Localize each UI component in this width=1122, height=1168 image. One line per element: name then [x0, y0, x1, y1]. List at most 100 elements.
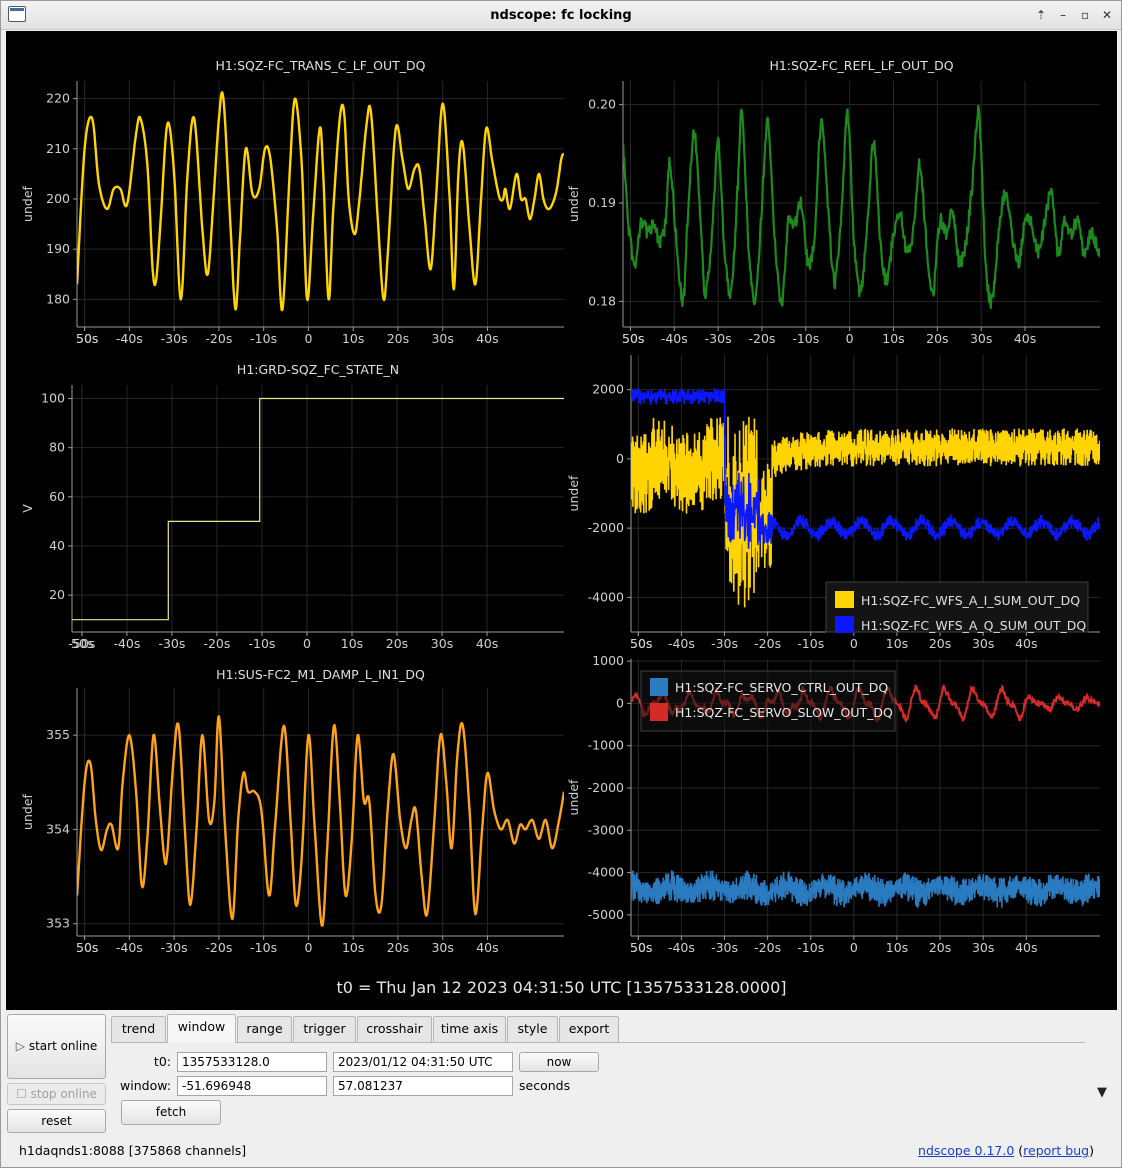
maximize-icon[interactable]: ▫	[1076, 6, 1094, 24]
y-tick-label: 0.19	[588, 195, 616, 210]
plot-panel-4[interactable]: 2000 0 -2000 -4000 50s -40s -30s -20s -10s 0 10s 20…	[566, 355, 1100, 651]
x-tick-label: -20s	[205, 940, 232, 955]
x-tick-label: -10s	[792, 331, 819, 346]
legend-swatch	[835, 616, 854, 633]
series-line-wfs-i	[631, 416, 1100, 608]
y-tick-label: 0.18	[588, 293, 616, 308]
plot-panel-1[interactable]: 220 210 200 190 180 50s -40s -30s -20s -10s 0 10s 20…	[20, 58, 564, 346]
tab-trend[interactable]: trend	[111, 1016, 166, 1042]
x-tick-label: -10s	[248, 636, 275, 651]
x-tick-label: 20s	[386, 636, 408, 651]
y-tick-label: 190	[46, 241, 70, 256]
plot-panel-5[interactable]: 355 354 353 50s -40s -30s -20s -10s 0 10s 20s 30s 40…	[20, 667, 564, 955]
t0-label: t0 = Thu Jan 12 2023 04:31:50 UTC [13575…	[336, 978, 787, 997]
paren-close: )	[1089, 1143, 1094, 1158]
legend: H1:SQZ-FC_WFS_A_I_SUM_OUT_DQ H1:SQZ-FC_WF…	[825, 581, 1089, 633]
y-tick-label: 354	[46, 821, 70, 836]
tab-style[interactable]: style	[507, 1016, 558, 1042]
version-info: ndscope 0.17.0 (report bug)	[918, 1143, 1094, 1158]
t0-utc-input[interactable]: 2023/01/12 04:31:50 UTC	[333, 1052, 513, 1072]
x-tick-label: 40s	[1015, 636, 1037, 651]
data-layer	[623, 104, 1100, 310]
app-window: ndscope: fc locking ⇡ – ▫ ✕ 220 210 200 190…	[0, 0, 1122, 1168]
x-tick-label: 40s	[1014, 331, 1036, 346]
y-tick-label: 210	[46, 141, 70, 156]
keep-above-icon[interactable]: ⇡	[1032, 6, 1050, 24]
x-tick-label: 40s	[1015, 940, 1037, 955]
x-tick-label: 0	[304, 940, 312, 955]
y-tick-label: 2000	[592, 382, 624, 397]
now-button[interactable]: now	[519, 1052, 599, 1072]
start-online-button[interactable]: ▷ start online	[7, 1014, 106, 1079]
x-tick-label: 50s	[622, 331, 644, 346]
data-layer	[631, 388, 1100, 608]
x-tick-label: 20s	[926, 331, 948, 346]
y-tick-label: 80	[49, 440, 65, 455]
tab-crosshair[interactable]: crosshair	[357, 1016, 432, 1042]
tab-trigger[interactable]: trigger	[293, 1016, 356, 1042]
y-tick-label: -2000	[588, 780, 624, 795]
y-tick-label: -4000	[588, 589, 624, 604]
x-tick-label: -40s	[668, 940, 695, 955]
seconds-label: seconds	[519, 1078, 571, 1093]
data-layer	[77, 91, 564, 312]
y-tick-label: 0	[616, 695, 624, 710]
tab-range[interactable]: range	[237, 1016, 292, 1042]
fetch-button[interactable]: fetch	[121, 1100, 221, 1125]
plot-panel-2[interactable]: 0.20 0.19 0.18 50s -40s -30s -20s -10s 0 10s 20s 30…	[566, 58, 1100, 346]
legend-label: H1:SQZ-FC_WFS_A_I_SUM_OUT_DQ	[861, 593, 1080, 608]
x-tick-label: 10s	[342, 331, 364, 346]
tab-pane-border	[111, 1042, 1085, 1043]
y-tick-label: -3000	[588, 822, 624, 837]
x-tick-label: -30s	[711, 636, 738, 651]
reset-button[interactable]: reset	[7, 1109, 106, 1133]
y-tick-label: 40	[49, 538, 65, 553]
minimize-icon[interactable]: –	[1054, 6, 1072, 24]
plot-panel-3[interactable]: 10080604020-50s -40s -30s -20s -10s 0 10s 20s 30…	[20, 362, 564, 651]
x-tick-label: 40s	[476, 636, 498, 651]
tab-time-axis[interactable]: time axis	[433, 1016, 506, 1042]
tab-window[interactable]: window	[167, 1014, 236, 1043]
stop-online-button[interactable]: ☐ stop online	[7, 1083, 106, 1105]
legend: H1:SQZ-FC_SERVO_CTRL_OUT_DQ H1:SQZ-FC_SER…	[640, 670, 896, 732]
plot-grid[interactable]: 22021020019018050s -40s -30s -20s -10s 0 10s 20…	[6, 31, 1117, 1010]
x-tick-label: 50s	[76, 940, 98, 955]
x-tick-label: 10s	[882, 331, 904, 346]
x-tick-label: 0	[850, 940, 858, 955]
y-tick-label: 180	[46, 291, 70, 306]
window-end-input[interactable]: 57.081237	[333, 1076, 513, 1096]
stop-online-label: stop online	[30, 1087, 97, 1101]
version-link[interactable]: ndscope 0.17.0	[918, 1143, 1014, 1158]
x-tick-label: -30s	[161, 331, 188, 346]
x-tick-label: 40s	[476, 331, 498, 346]
t0-gps-input[interactable]: 1357533128.0	[177, 1052, 327, 1072]
stop-checkbox-icon: ☐	[16, 1087, 31, 1101]
x-tick-label: -10s	[250, 331, 277, 346]
legend-swatch	[650, 678, 668, 696]
expand-panel-icon[interactable]: ▼	[1097, 1085, 1107, 1100]
tab-export[interactable]: export	[559, 1016, 619, 1042]
x-tick-label: 20s	[929, 940, 951, 955]
y-tick-label: 20	[49, 587, 65, 602]
x-tick-label: 10s	[341, 636, 363, 651]
legend-swatch	[835, 591, 854, 608]
title-bar[interactable]: ndscope: fc locking ⇡ – ▫ ✕	[1, 1, 1121, 30]
x-tick-label: 30s	[972, 940, 994, 955]
x-tick-label: -20s	[754, 636, 781, 651]
x-tick-label: -20s	[205, 331, 232, 346]
window-start-input[interactable]: -51.696948	[177, 1076, 327, 1096]
x-tick-label: -40s	[116, 940, 143, 955]
y-tick-label: -4000	[588, 865, 624, 880]
x-tick-label: 50s	[71, 636, 93, 651]
x-tick-label: 20s	[929, 636, 951, 651]
report-bug-link[interactable]: report bug	[1023, 1143, 1089, 1158]
x-tick-label: -20s	[749, 331, 776, 346]
y-axis-label: undef	[566, 475, 581, 511]
t0-field-label: t0:	[153, 1054, 171, 1069]
close-icon[interactable]: ✕	[1098, 6, 1116, 24]
y-tick-label: -2000	[588, 520, 624, 535]
x-tick-label: -30s	[161, 940, 188, 955]
y-axis-label: undef	[566, 185, 581, 221]
series-line	[623, 104, 1100, 310]
legend-swatch	[650, 703, 668, 721]
